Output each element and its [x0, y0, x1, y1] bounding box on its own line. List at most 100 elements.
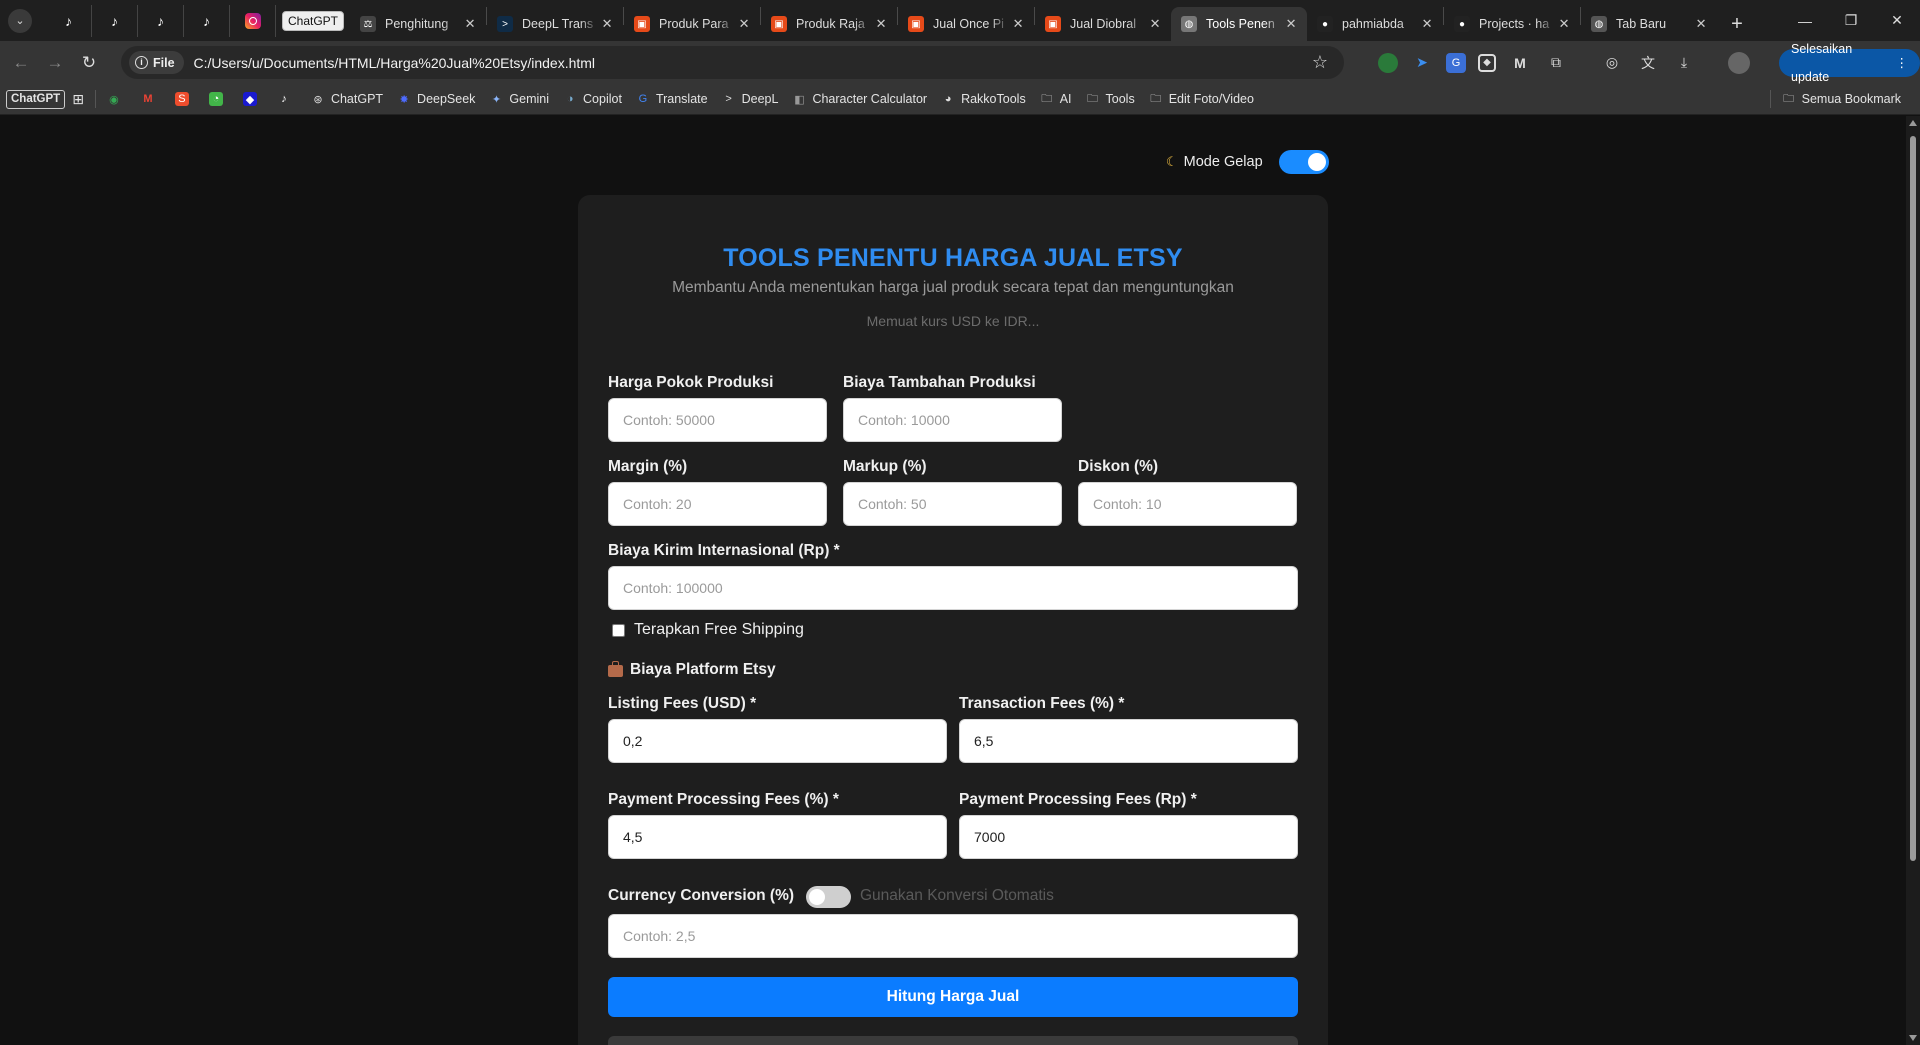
biaya-tambahan-input[interactable]: Contoh: 10000 [843, 398, 1062, 442]
browser-tab[interactable]: ◍ Tools Penen ✕ [1171, 7, 1308, 41]
extensions-puzzle-icon[interactable]: ⧉ [1544, 51, 1568, 75]
send-extension-icon[interactable]: ➤ [1410, 51, 1434, 75]
payment-pct-input[interactable]: 4,5 [608, 815, 947, 859]
tab-search-button[interactable]: ⌄ [8, 8, 32, 33]
browser-tab[interactable]: ▣ Produk Raja ✕ [761, 7, 897, 41]
bookmark-lazada[interactable]: ◆ [236, 87, 270, 111]
transaction-fees-input[interactable]: 6,5 [959, 719, 1298, 763]
page-scrollbar[interactable] [1906, 116, 1920, 1045]
page-subtitle: Membantu Anda menentukan harga jual prod… [672, 279, 1234, 296]
browser-tab[interactable]: ▣ Jual Once Pi ✕ [898, 7, 1034, 41]
free-shipping-label[interactable]: Terapkan Free Shipping [634, 621, 804, 639]
bookmark-chatgpt-chip[interactable]: ChatGPT [6, 89, 66, 109]
lens-icon[interactable]: ◎ [1600, 51, 1624, 75]
diskon-input[interactable]: Contoh: 10 [1078, 482, 1297, 526]
tab-close-icon[interactable]: ✕ [462, 16, 478, 32]
translate-extension-icon[interactable]: G [1446, 52, 1466, 73]
bookmark-item[interactable]: ✸ DeepSeek [390, 87, 482, 111]
dark-mode-toggle[interactable] [1278, 150, 1329, 174]
browser-tab[interactable]: ◍ Tab Baru ✕ [1581, 7, 1717, 41]
tab-close-icon[interactable]: ✕ [1147, 16, 1163, 32]
browser-tab[interactable]: ⚖ Penghitung ✕ [350, 7, 486, 41]
browser-tab[interactable]: > DeepL Trans ✕ [487, 7, 623, 41]
apps-grid-icon[interactable]: ⊞ [65, 87, 91, 111]
m-extension-icon[interactable]: M [1508, 51, 1532, 75]
forward-button[interactable]: → [38, 46, 72, 80]
currency-conversion-input[interactable]: Contoh: 2,5 [608, 914, 1298, 958]
browser-tab[interactable]: ▣ Jual Diobral ✕ [1035, 7, 1171, 41]
bookmark-tokopedia[interactable]: ◔ [202, 87, 236, 111]
bookmark-item[interactable]: ✦ Gemini [482, 87, 556, 111]
browser-tab[interactable]: ● pahmiabda ✕ [1307, 7, 1443, 41]
bookmark-item[interactable]: ◕ RakkoTools [934, 87, 1033, 111]
tab-close-icon[interactable]: ✕ [1556, 16, 1572, 32]
tab-close-icon[interactable]: ✕ [1419, 16, 1435, 32]
pinned-tab-instagram[interactable] [230, 4, 276, 37]
bookmark-folder[interactable]: 🗀 AI [1033, 87, 1079, 111]
bookmark-gmail[interactable]: M [134, 87, 168, 111]
tab-title: Jual Diobral [1070, 17, 1137, 31]
screenshot-extension-icon[interactable]: ◆ [1478, 53, 1496, 72]
tab-close-icon[interactable]: ✕ [1693, 16, 1709, 32]
bookmark-separator [94, 90, 96, 108]
download-icon[interactable]: ⤓ [1672, 51, 1696, 75]
payment-rp-input[interactable]: 7000 [959, 815, 1298, 859]
free-shipping-checkbox[interactable] [612, 624, 625, 637]
tab-close-icon[interactable]: ✕ [873, 16, 889, 32]
tab-close-icon[interactable]: ✕ [599, 16, 615, 32]
tab-close-icon[interactable]: ✕ [1283, 16, 1299, 32]
browser-tab[interactable]: ● Projects · ha ✕ [1444, 7, 1580, 41]
update-button[interactable]: Selesaikan update ⋮ [1779, 42, 1920, 84]
whatsapp-extension-icon[interactable] [1378, 52, 1398, 73]
bookmark-item[interactable]: ◧ Character Calculator [785, 87, 934, 111]
tiktok-icon: ♪ [281, 93, 287, 105]
pinned-tab-tiktok-2[interactable]: ♪ [92, 4, 138, 37]
pinned-tab-tiktok-3[interactable]: ♪ [138, 4, 184, 37]
bookmark-item[interactable]: > DeepL [715, 87, 786, 111]
calculate-button[interactable]: Hitung Harga Jual [608, 977, 1298, 1017]
biaya-kirim-input[interactable]: Contoh: 100000 [608, 566, 1298, 610]
tab-close-icon[interactable]: ✕ [1010, 16, 1026, 32]
profile-avatar[interactable] [1728, 51, 1750, 74]
margin-input[interactable]: Contoh: 20 [608, 482, 827, 526]
auto-conversion-toggle[interactable] [806, 886, 851, 908]
markup-input[interactable]: Contoh: 50 [843, 482, 1062, 526]
bookmark-label: RakkoTools [961, 92, 1026, 106]
scrollbar-thumb[interactable] [1910, 136, 1916, 861]
bookmark-shopee[interactable]: S [168, 87, 202, 111]
harga-pokok-label: Harga Pokok Produksi [608, 374, 774, 391]
pinned-tab-chatgpt[interactable]: ChatGPT [282, 10, 345, 31]
url-text[interactable]: C:/Users/u/Documents/HTML/Harga%20Jual%2… [194, 55, 596, 71]
bookmark-folder[interactable]: 🗀 Edit Foto/Video [1142, 87, 1261, 111]
bookmark-maps[interactable]: ◉ [100, 87, 134, 111]
bookmark-item[interactable]: ⊛ ChatGPT [304, 87, 390, 111]
scroll-up-arrow-icon[interactable] [1909, 120, 1917, 126]
tab-close-icon[interactable]: ✕ [736, 16, 752, 32]
site-info-chip[interactable]: i File [129, 51, 184, 74]
all-bookmarks[interactable]: 🗀 Semua Bookmark [1766, 87, 1908, 111]
secondary-button-partial[interactable] [608, 1036, 1298, 1045]
all-bookmarks-entry: 🗀 Semua Bookmark [1775, 87, 1908, 111]
address-bar[interactable]: i File C:/Users/u/Documents/HTML/Harga%2… [121, 46, 1344, 79]
bookmark-tiktok[interactable]: ♪ [270, 87, 304, 111]
bookmark-item[interactable]: G Translate [629, 87, 715, 111]
tab-title: Penghitung [385, 17, 449, 31]
folder-icon: 🗀 [1087, 92, 1099, 105]
platform-fees-title: Biaya Platform Etsy [630, 661, 776, 678]
harga-pokok-input[interactable]: Contoh: 50000 [608, 398, 827, 442]
bookmark-folder[interactable]: 🗀 Tools [1079, 87, 1142, 111]
tab-title: pahmiabda [1342, 17, 1404, 31]
bookmark-star-icon[interactable]: ☆ [1312, 52, 1328, 73]
bookmark-items: ⊛ ChatGPT ✸ DeepSeek ✦ Gemini ◑ Copilot G Transla… [304, 87, 1033, 111]
scroll-down-arrow-icon[interactable] [1909, 1035, 1917, 1041]
listing-fees-input[interactable]: 0,2 [608, 719, 947, 763]
new-tab-button[interactable]: + [1723, 10, 1751, 38]
bookmark-item[interactable]: ◑ Copilot [556, 87, 629, 111]
pinned-tab-tiktok-1[interactable]: ♪ [46, 4, 92, 37]
back-button[interactable]: ← [4, 46, 38, 80]
browser-tab[interactable]: ▣ Produk Para ✕ [624, 7, 760, 41]
translate-page-icon[interactable]: 文 [1636, 51, 1660, 75]
reload-button[interactable]: ↻ [72, 46, 106, 80]
payment-rp-label: Payment Processing Fees (Rp) * [959, 791, 1197, 808]
pinned-tab-tiktok-4[interactable]: ♪ [184, 4, 230, 37]
